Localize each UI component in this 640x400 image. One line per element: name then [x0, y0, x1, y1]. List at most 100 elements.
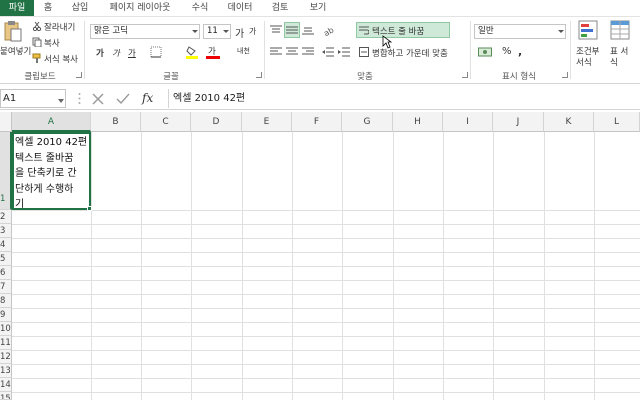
cancel-icon[interactable]	[92, 93, 104, 105]
conditional-format-button[interactable]: 조건부 서식	[576, 47, 604, 69]
italic-button[interactable]: 가	[112, 47, 120, 59]
percent-button[interactable]: %	[502, 46, 512, 57]
row-header-14[interactable]: 14	[0, 378, 12, 392]
chevron-down-icon	[558, 30, 564, 33]
cell-a1[interactable]: 엑셀 2010 42편 텍스트 줄바꿈 을 단축키로 간 단하게 수행하 기	[12, 132, 91, 210]
format-painter-button[interactable]: 서식 복사	[44, 53, 78, 65]
tab-view[interactable]: 보기	[304, 0, 332, 16]
column-header-f[interactable]: F	[292, 112, 342, 132]
align-left-icon[interactable]	[270, 47, 282, 57]
worksheet-grid[interactable]: A B C D E F G H I J K L 1 2 3 4 5 6 7 8 …	[0, 112, 640, 400]
row-header-8[interactable]: 8	[0, 294, 12, 308]
column-header-j[interactable]: J	[493, 112, 544, 132]
format-painter-icon[interactable]	[32, 53, 42, 63]
row-header-11[interactable]: 11	[0, 336, 12, 350]
row-header-7[interactable]: 7	[0, 280, 12, 294]
wrap-text-button[interactable]: 텍스트 줄 바꿈	[372, 25, 424, 37]
column-header-l[interactable]: L	[594, 112, 640, 132]
column-header-k[interactable]: K	[544, 112, 594, 132]
clipboard-launcher-icon[interactable]	[76, 72, 82, 78]
cell-a1-line: 을 단축키로 간	[15, 168, 77, 179]
tab-file[interactable]: 파일	[0, 0, 34, 16]
gridline	[12, 308, 640, 309]
chevron-down-icon	[223, 30, 229, 33]
row-header-10[interactable]: 10	[0, 322, 12, 336]
currency-icon[interactable]	[478, 46, 492, 58]
underline-button[interactable]: 가	[128, 47, 136, 59]
font-size-select[interactable]: 11	[203, 24, 231, 39]
gridline	[12, 210, 640, 211]
name-box[interactable]: A1	[0, 89, 66, 108]
cell-a1-line: 기	[15, 199, 25, 210]
gridline	[12, 238, 640, 239]
font-color-bar	[206, 56, 220, 59]
fill-handle[interactable]	[87, 206, 92, 211]
align-top-icon[interactable]	[270, 25, 282, 35]
fill-color-icon[interactable]	[186, 45, 198, 59]
column-header-h[interactable]: H	[393, 112, 443, 132]
table-format-button[interactable]: 표 서식	[610, 47, 636, 69]
row-header-3[interactable]: 3	[0, 224, 12, 238]
table-format-icon[interactable]	[610, 20, 630, 40]
row-header-5[interactable]: 5	[0, 252, 12, 266]
row-header-4[interactable]: 4	[0, 238, 12, 252]
orientation-icon[interactable]: ab	[322, 23, 336, 38]
column-header-b[interactable]: B	[91, 112, 141, 132]
column-header-i[interactable]: I	[443, 112, 493, 132]
copy-button[interactable]: 복사	[44, 37, 60, 49]
insert-function-button[interactable]: fx	[142, 91, 153, 105]
paste-button[interactable]: 붙여넣기	[0, 45, 31, 57]
tab-home[interactable]: 홈	[38, 0, 58, 16]
row-header-12[interactable]: 12	[0, 350, 12, 364]
cut-icon[interactable]	[32, 21, 42, 32]
align-bottom-icon[interactable]	[302, 25, 314, 35]
tab-review[interactable]: 검토	[266, 0, 294, 16]
bold-button[interactable]: 가	[96, 47, 104, 59]
tab-data[interactable]: 데이터	[224, 0, 256, 16]
select-all-corner[interactable]	[0, 112, 12, 132]
font-name-select[interactable]: 맑은 고딕	[90, 24, 200, 39]
align-center-icon[interactable]	[286, 47, 298, 57]
increase-indent-icon[interactable]	[338, 47, 350, 57]
copy-icon[interactable]	[32, 37, 42, 48]
column-header-a[interactable]: A	[12, 112, 91, 132]
border-icon[interactable]	[150, 46, 162, 58]
column-header-c[interactable]: C	[141, 112, 191, 132]
row-header-13[interactable]: 13	[0, 364, 12, 378]
align-middle-icon[interactable]	[286, 25, 298, 35]
column-header-d[interactable]: D	[191, 112, 242, 132]
row-header-2[interactable]: 2	[0, 210, 12, 224]
number-launcher-icon[interactable]	[562, 72, 568, 78]
tab-insert[interactable]: 삽입	[66, 0, 94, 16]
formula-input[interactable]: 엑셀 2010 42편	[168, 89, 640, 108]
enter-check-icon[interactable]	[116, 93, 130, 105]
tab-formulas[interactable]: 수식	[186, 0, 214, 16]
column-header-g[interactable]: G	[342, 112, 393, 132]
decrease-indent-icon[interactable]	[322, 47, 334, 57]
row-header-1[interactable]: 1	[0, 132, 12, 210]
font-group-label: 글꼴	[163, 72, 179, 82]
wrap-text-icon	[359, 25, 370, 35]
shrink-font-button[interactable]: 가	[249, 26, 256, 37]
chevron-down-icon[interactable]	[58, 96, 64, 103]
grow-font-button[interactable]: 가	[235, 25, 244, 40]
align-right-icon[interactable]	[302, 47, 314, 57]
phonetic-button[interactable]: 내천	[237, 46, 250, 56]
merge-center-button[interactable]: 병합하고 가운데 맞춤	[372, 47, 448, 59]
conditional-format-icon[interactable]	[578, 20, 598, 40]
font-name-value: 맑은 고딕	[94, 26, 128, 36]
row-header-6[interactable]: 6	[0, 266, 12, 280]
row-header-9[interactable]: 9	[0, 308, 12, 322]
cut-button[interactable]: 잘라내기	[44, 21, 75, 33]
tab-page-layout[interactable]: 페이지 레이아웃	[104, 0, 176, 16]
formula-bar: A1 fx 엑셀 2010 42편	[0, 88, 640, 110]
row-header-15[interactable]: 15	[0, 392, 12, 400]
comma-button[interactable]: ,	[518, 45, 522, 58]
font-launcher-icon[interactable]	[256, 72, 262, 78]
alignment-launcher-icon[interactable]	[462, 72, 468, 78]
group-separator	[470, 21, 471, 79]
drag-handle-icon[interactable]	[78, 91, 81, 106]
number-format-select[interactable]: 일반	[474, 24, 566, 39]
paste-icon[interactable]	[4, 20, 22, 42]
column-header-e[interactable]: E	[242, 112, 292, 132]
